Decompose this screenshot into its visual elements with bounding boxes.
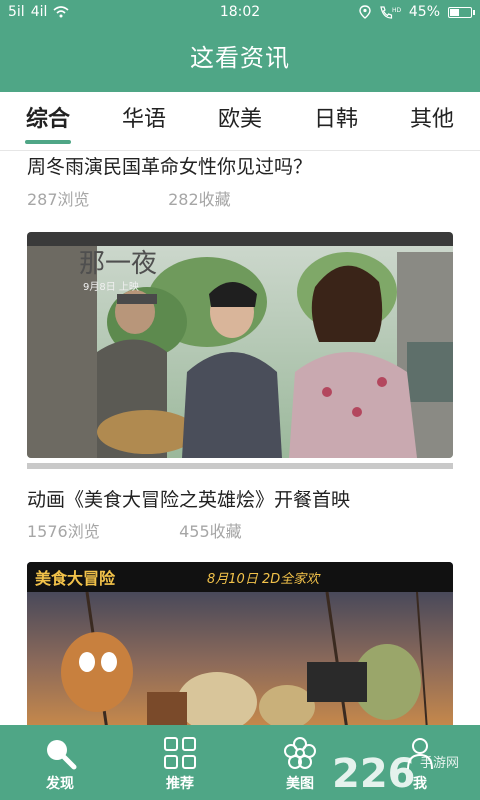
watermark-logo: 226 手游网 (332, 751, 459, 797)
svg-text:226: 226 (332, 751, 416, 797)
image-caption-bar (27, 463, 453, 469)
nav-recommend[interactable]: 推荐 (120, 725, 240, 800)
battery-icon (448, 6, 475, 18)
poster-release: 8月10日 2D全家欢 (207, 571, 321, 587)
app-title: 这看资讯 (0, 24, 480, 92)
view-count: 287浏览 (27, 190, 90, 209)
status-right: HD 45% (359, 4, 475, 20)
article-image[interactable]: 那一夜 9月8日 上映 (27, 232, 453, 458)
flower-icon (284, 737, 316, 769)
favorite-count: 282收藏 (168, 190, 231, 209)
animation-poster-image: 美食大冒险 8月10日 2D全家欢 (27, 562, 453, 725)
tab-western[interactable]: 欧美 (192, 92, 288, 150)
category-tabs: 综合 华语 欧美 日韩 其他 (0, 92, 480, 151)
article-image[interactable]: 美食大冒险 8月10日 2D全家欢 (27, 562, 453, 725)
view-count: 1576浏览 (27, 522, 100, 541)
poster-release: 9月8日 上映 (83, 281, 139, 293)
article-title[interactable]: 周冬雨演民国革命女性你见过吗？ (27, 152, 312, 179)
battery-level (450, 8, 459, 16)
movie-still-image: 那一夜 9月8日 上映 (27, 232, 453, 458)
article-title[interactable]: 动画《美食大冒险之英雄烩》开餐首映 (27, 485, 350, 512)
tab-indicator (25, 140, 71, 144)
location-icon (359, 5, 371, 19)
nav-label: 发现 (46, 776, 74, 792)
svg-text:HD: HD (392, 7, 401, 14)
favorite-count: 455收藏 (179, 522, 242, 541)
nav-discover[interactable]: 发现 (0, 725, 120, 800)
tab-japan-korea[interactable]: 日韩 (288, 92, 384, 150)
svg-text:手游网: 手游网 (420, 756, 459, 771)
tab-other[interactable]: 其他 (384, 92, 480, 150)
article-meta: 1576浏览 455收藏 (27, 518, 242, 542)
call-hd-icon: HD (380, 6, 401, 19)
news-feed: 周冬雨演民国革命女性你见过吗？ 287浏览 282收藏 那一夜 9月8日 上映 … (0, 150, 480, 725)
tab-chinese[interactable]: 华语 (96, 92, 192, 150)
poster-title: 那一夜 (79, 249, 157, 279)
poster-title: 美食大冒险 (35, 569, 116, 588)
battery-percent: 45% (408, 4, 440, 20)
grid-icon (164, 737, 196, 769)
status-bar: 5il 4il 18:02 HD 45% (0, 0, 480, 24)
nav-label: 推荐 (166, 776, 194, 792)
article-meta: 287浏览 282收藏 (27, 186, 231, 210)
search-icon (47, 740, 77, 770)
